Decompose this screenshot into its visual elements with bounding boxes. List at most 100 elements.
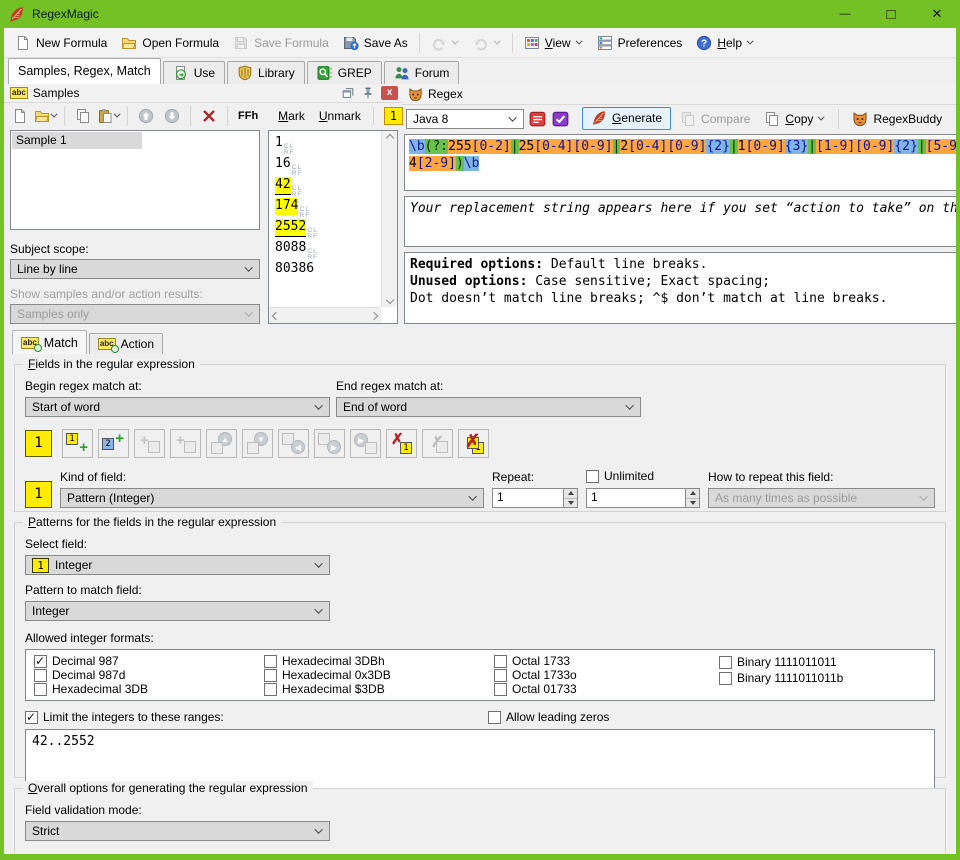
repeat-min-stepper[interactable]: 1 (492, 488, 578, 508)
unlimited-checkbox[interactable]: Unlimited (586, 468, 700, 484)
maximize-button[interactable]: □ (868, 0, 914, 28)
new-sample-button[interactable] (8, 105, 32, 127)
app-feather-icon (8, 6, 25, 23)
open-sample-button[interactable] (34, 105, 58, 127)
subject-scope-select[interactable]: Line by line (10, 259, 260, 279)
delete-sample-button[interactable] (197, 105, 221, 127)
repeat-max-stepper[interactable]: 1 (586, 488, 700, 508)
help-button[interactable]: ?Help (689, 31, 761, 55)
regexbuddy-button[interactable]: RegexBuddy (847, 109, 947, 129)
tab-use[interactable]: Use (163, 61, 225, 84)
regex-token: \b (409, 139, 425, 154)
tab-match[interactable]: abcMatch (12, 330, 87, 354)
save-formula-icon (233, 35, 249, 51)
sample-line: 16CRLF (275, 156, 379, 177)
unlimited-label: Unlimited (604, 469, 654, 483)
end-match-select[interactable]: End of word (336, 397, 641, 417)
copy-button[interactable]: Copy (759, 109, 830, 129)
limit-ranges-checkbox[interactable]: Limit the integers to these ranges: (25, 709, 224, 725)
move-sample-down-button[interactable] (160, 105, 184, 127)
format-checkbox-decimal-987[interactable]: Decimal 987 (34, 654, 264, 668)
show-results-select: Samples only (10, 304, 260, 324)
replacement-mode-icon[interactable] (528, 110, 547, 128)
auto-generate-toggle-icon[interactable] (551, 110, 570, 128)
regex-token: [5-9] (926, 139, 956, 154)
scroll-up-icon[interactable] (385, 134, 393, 142)
format-checkbox-binary-1111011011b[interactable]: Binary 1111011011b (719, 670, 926, 686)
field-number-badge: 1 (32, 558, 49, 573)
line-break-marker: CRLF (299, 207, 309, 219)
copy-sample-button[interactable] (71, 105, 95, 127)
hex-mode-toggle-button[interactable]: FFh (234, 105, 262, 127)
move-sample-up-button[interactable] (134, 105, 158, 127)
close-button[interactable]: ✕ (914, 0, 960, 28)
toolbar-separator (190, 106, 191, 126)
insert-field-after-button: + (170, 429, 201, 458)
view-button[interactable]: View (517, 31, 590, 55)
generate-button[interactable]: Generate (582, 107, 671, 130)
regexmagic-window: RegexMagic — □ ✕ New FormulaOpen Formula… (0, 0, 960, 860)
regex-token: {2} (894, 139, 917, 154)
pin-panel-icon[interactable] (361, 86, 375, 100)
line-break-marker: CRLF (292, 186, 302, 198)
overall-legend: Overall options for generating the regul… (23, 781, 313, 795)
sample-line: 80386 (275, 261, 379, 278)
minimize-button[interactable]: — (822, 0, 868, 28)
open-formula-button[interactable]: Open Formula (114, 31, 226, 55)
tab-grep[interactable]: GREP (307, 61, 382, 84)
format-checkbox-hexadecimal-3dbh[interactable]: Hexadecimal 3DBh (264, 654, 494, 668)
regex-editor[interactable]: \b(?:255[0-2]|25[0-4][0-9]|2[0-4][0-9]{2… (404, 134, 956, 191)
new-formula-button[interactable]: New Formula (8, 31, 114, 55)
format-checkbox-binary-1111011011[interactable]: Binary 1111011011 (719, 654, 926, 670)
close-panel-icon[interactable]: x (381, 86, 398, 100)
move-field-down-button: ▼ (242, 429, 273, 458)
format-checkbox-octal-1733[interactable]: Octal 1733 (494, 654, 719, 668)
format-checkbox-hexadecimal-3db[interactable]: Hexadecimal 3DB (34, 682, 264, 696)
move-field-up-button: ▲ (206, 429, 237, 458)
format-checkbox-octal-01733[interactable]: Octal 01733 (494, 682, 719, 696)
regex-token: [0-9] (746, 139, 785, 154)
validation-mode-select[interactable]: Strict (25, 821, 330, 841)
begin-match-select[interactable]: Start of word (25, 397, 330, 417)
paste-sample-icon (97, 108, 113, 124)
tab-action[interactable]: abcAction (89, 333, 163, 354)
mark-button[interactable]: Mark (276, 107, 307, 125)
format-checkbox-octal-1733o[interactable]: Octal 1733o (494, 668, 719, 682)
scroll-left-icon[interactable] (272, 311, 280, 319)
patterns-section: Patterns for the fields in the regular e… (14, 522, 946, 778)
add-field-2-button[interactable]: 2+ (98, 429, 129, 458)
save-as-button[interactable]: Save As (336, 31, 415, 55)
format-checkbox-hexadecimal-$3db[interactable]: Hexadecimal $3DB (264, 682, 494, 696)
toolbar-separator (512, 33, 513, 53)
format-checkbox-decimal-987d[interactable]: Decimal 987d (34, 668, 264, 682)
delete-all-fields-button[interactable]: 1✗ (458, 429, 489, 458)
format-checkbox-hexadecimal-0x3db[interactable]: Hexadecimal 0x3DB (264, 668, 494, 682)
window-content: New FormulaOpen FormulaSave FormulaSave … (4, 28, 956, 854)
unmark-button[interactable]: Unmark (317, 107, 363, 125)
regex-token: [0-4] (534, 139, 573, 154)
sample-list-item[interactable]: Sample 1 (12, 132, 142, 149)
preferences-button[interactable]: Preferences (590, 31, 690, 55)
restore-panel-icon[interactable] (341, 86, 355, 100)
tab-library[interactable]: Library (227, 61, 305, 84)
sample-list[interactable]: Sample 1 (10, 130, 260, 230)
select-field-select[interactable]: 1 Integer (25, 555, 330, 575)
scroll-right-icon[interactable] (370, 311, 378, 319)
vertical-scrollbar[interactable] (381, 131, 397, 307)
move-field-left-button: ◀ (278, 429, 309, 458)
regex-flavor-select[interactable]: Java 8 (406, 109, 524, 129)
delete-field-button[interactable]: ✗1 (386, 429, 417, 458)
kind-of-field-select[interactable]: Pattern (Integer) (60, 488, 484, 508)
pattern-to-match-select[interactable]: Integer (25, 601, 330, 621)
leading-zeros-checkbox[interactable]: Allow leading zeros (488, 709, 609, 725)
paste-sample-button[interactable] (97, 105, 121, 127)
scroll-down-icon[interactable] (385, 296, 393, 304)
sample-line: 174CRLF (275, 198, 379, 219)
overall-section: Overall options for generating the regul… (14, 788, 946, 854)
add-field-1-button[interactable]: 1+ (62, 429, 93, 458)
horizontal-scrollbar[interactable] (269, 307, 381, 323)
replacement-editor[interactable]: Your replacement string appears here if … (404, 196, 956, 247)
tab-forum[interactable]: Forum (384, 61, 460, 84)
tab-samples-regex-match[interactable]: Samples, Regex, Match (8, 58, 161, 84)
sample-text-area[interactable]: 1CRLF16CRLF42CRLF174CRLF2552CRLF8088CRLF… (268, 130, 398, 324)
